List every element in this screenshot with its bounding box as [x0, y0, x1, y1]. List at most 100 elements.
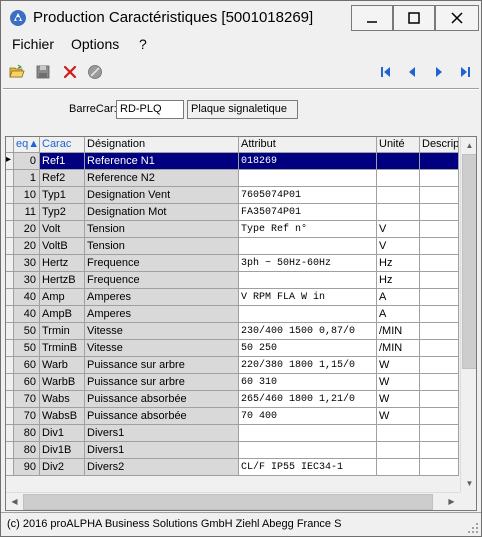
cell-seq[interactable]: 0	[14, 153, 40, 170]
cell-seq[interactable]: 10	[14, 187, 40, 204]
cell-attribut[interactable]: 60 310	[239, 374, 377, 391]
barrecar-input[interactable]: RD-PLQ	[116, 100, 184, 119]
table-row[interactable]: 60 Warb Puissance sur arbre 220/380 1800 1,…	[6, 357, 459, 374]
row-selector[interactable]	[6, 170, 14, 187]
last-record-button[interactable]	[455, 62, 475, 82]
table-row[interactable]: 30 HertzB Frequence Hz	[6, 272, 459, 289]
cell-seq[interactable]: 40	[14, 289, 40, 306]
row-selector[interactable]	[6, 357, 14, 374]
cell-attribut[interactable]	[239, 306, 377, 323]
cell-seq[interactable]: 11	[14, 204, 40, 221]
cell-designation[interactable]: Divers1	[85, 425, 239, 442]
cell-attribut[interactable]: CL/F IP55 IEC34-1	[239, 459, 377, 476]
cell-carac[interactable]: Warb	[40, 357, 85, 374]
cell-descript[interactable]	[420, 170, 459, 187]
open-button[interactable]	[7, 62, 27, 82]
table-row[interactable]: 30 Hertz Frequence 3ph ~ 50Hz-60Hz Hz	[6, 255, 459, 272]
cell-designation[interactable]: Puissance absorbée	[85, 408, 239, 425]
cell-unite[interactable]: /MIN	[377, 340, 420, 357]
table-row[interactable]: 70 WabsB Puissance absorbée 70 400 W	[6, 408, 459, 425]
table-row[interactable]: ▸ 0 Ref1 Reference N1 018269	[6, 153, 459, 170]
cell-unite[interactable]	[377, 425, 420, 442]
cell-designation[interactable]: Reference N1	[85, 153, 239, 170]
cell-unite[interactable]	[377, 170, 420, 187]
row-selector[interactable]	[6, 374, 14, 391]
cancel-button[interactable]	[85, 62, 105, 82]
table-row[interactable]: 70 Wabs Puissance absorbée 265/460 1800 1,2…	[6, 391, 459, 408]
cell-attribut[interactable]: Type Ref n°	[239, 221, 377, 238]
cell-carac[interactable]: Typ2	[40, 204, 85, 221]
col-header-seq[interactable]: eq▲	[14, 137, 40, 153]
col-header-unite[interactable]: Unité	[377, 137, 420, 153]
cell-attribut[interactable]: 70 400	[239, 408, 377, 425]
cell-carac[interactable]: Div1B	[40, 442, 85, 459]
menu-options[interactable]: Options	[71, 36, 119, 52]
cell-seq[interactable]: 90	[14, 459, 40, 476]
table-row[interactable]: 80 Div1B Divers1	[6, 442, 459, 459]
cell-attribut[interactable]	[239, 425, 377, 442]
cell-seq[interactable]: 30	[14, 272, 40, 289]
horizontal-scrollbar[interactable]: ◀ ▶	[6, 492, 460, 510]
cell-descript[interactable]	[420, 340, 459, 357]
cell-designation[interactable]: Vitesse	[85, 340, 239, 357]
cell-attribut[interactable]: 230/400 1500 0,87/0	[239, 323, 377, 340]
cell-designation[interactable]: Reference N2	[85, 170, 239, 187]
col-header-attribut[interactable]: Attribut	[239, 137, 377, 153]
cell-attribut[interactable]: 018269	[239, 153, 377, 170]
cell-descript[interactable]	[420, 306, 459, 323]
cell-descript[interactable]	[420, 357, 459, 374]
vertical-scroll-thumb[interactable]	[462, 154, 476, 369]
cell-descript[interactable]	[420, 153, 459, 170]
cell-seq[interactable]: 20	[14, 221, 40, 238]
row-selector[interactable]	[6, 425, 14, 442]
row-selector[interactable]	[6, 340, 14, 357]
cell-seq[interactable]: 20	[14, 238, 40, 255]
cell-unite[interactable]: W	[377, 408, 420, 425]
table-row[interactable]: 40 Amp Amperes V RPM FLA W in A	[6, 289, 459, 306]
save-button[interactable]	[33, 62, 53, 82]
cell-designation[interactable]: Tension	[85, 221, 239, 238]
cell-descript[interactable]	[420, 459, 459, 476]
vertical-scrollbar[interactable]: ▲ ▼	[460, 137, 476, 492]
cell-attribut[interactable]	[239, 238, 377, 255]
horizontal-scroll-thumb[interactable]	[23, 494, 433, 510]
cell-attribut[interactable]	[239, 442, 377, 459]
cell-attribut[interactable]: 265/460 1800 1,21/0	[239, 391, 377, 408]
cell-carac[interactable]: Volt	[40, 221, 85, 238]
cell-unite[interactable]	[377, 187, 420, 204]
cell-designation[interactable]: Designation Vent	[85, 187, 239, 204]
cell-carac[interactable]: Trmin	[40, 323, 85, 340]
menu-fichier[interactable]: Fichier	[12, 36, 54, 52]
cell-descript[interactable]	[420, 187, 459, 204]
cell-designation[interactable]: Vitesse	[85, 323, 239, 340]
cell-designation[interactable]: Tension	[85, 238, 239, 255]
cell-designation[interactable]: Puissance sur arbre	[85, 374, 239, 391]
cell-unite[interactable]: W	[377, 357, 420, 374]
cell-descript[interactable]	[420, 272, 459, 289]
cell-unite[interactable]	[377, 153, 420, 170]
col-header-carac[interactable]: Carac	[40, 137, 85, 153]
cell-carac[interactable]: TrminB	[40, 340, 85, 357]
row-selector[interactable]	[6, 272, 14, 289]
cell-seq[interactable]: 60	[14, 357, 40, 374]
cell-designation[interactable]: Designation Mot	[85, 204, 239, 221]
row-selector[interactable]: ▸	[6, 153, 14, 170]
table-row[interactable]: 50 Trmin Vitesse 230/400 1500 0,87/0/MIN	[6, 323, 459, 340]
cell-carac[interactable]: Typ1	[40, 187, 85, 204]
cell-descript[interactable]	[420, 374, 459, 391]
cell-carac[interactable]: WabsB	[40, 408, 85, 425]
cell-unite[interactable]: V	[377, 238, 420, 255]
row-selector[interactable]	[6, 204, 14, 221]
cell-descript[interactable]	[420, 323, 459, 340]
cell-unite[interactable]	[377, 204, 420, 221]
cell-carac[interactable]: AmpB	[40, 306, 85, 323]
cell-attribut[interactable]: V RPM FLA W in	[239, 289, 377, 306]
cell-seq[interactable]: 60	[14, 374, 40, 391]
cell-carac[interactable]: Ref2	[40, 170, 85, 187]
row-selector[interactable]	[6, 289, 14, 306]
cell-designation[interactable]: Puissance absorbée	[85, 391, 239, 408]
cell-carac[interactable]: Hertz	[40, 255, 85, 272]
table-row[interactable]: 11 Typ2 Designation Mot FA35074P01	[6, 204, 459, 221]
cell-unite[interactable]: Hz	[377, 272, 420, 289]
cell-attribut[interactable]: FA35074P01	[239, 204, 377, 221]
